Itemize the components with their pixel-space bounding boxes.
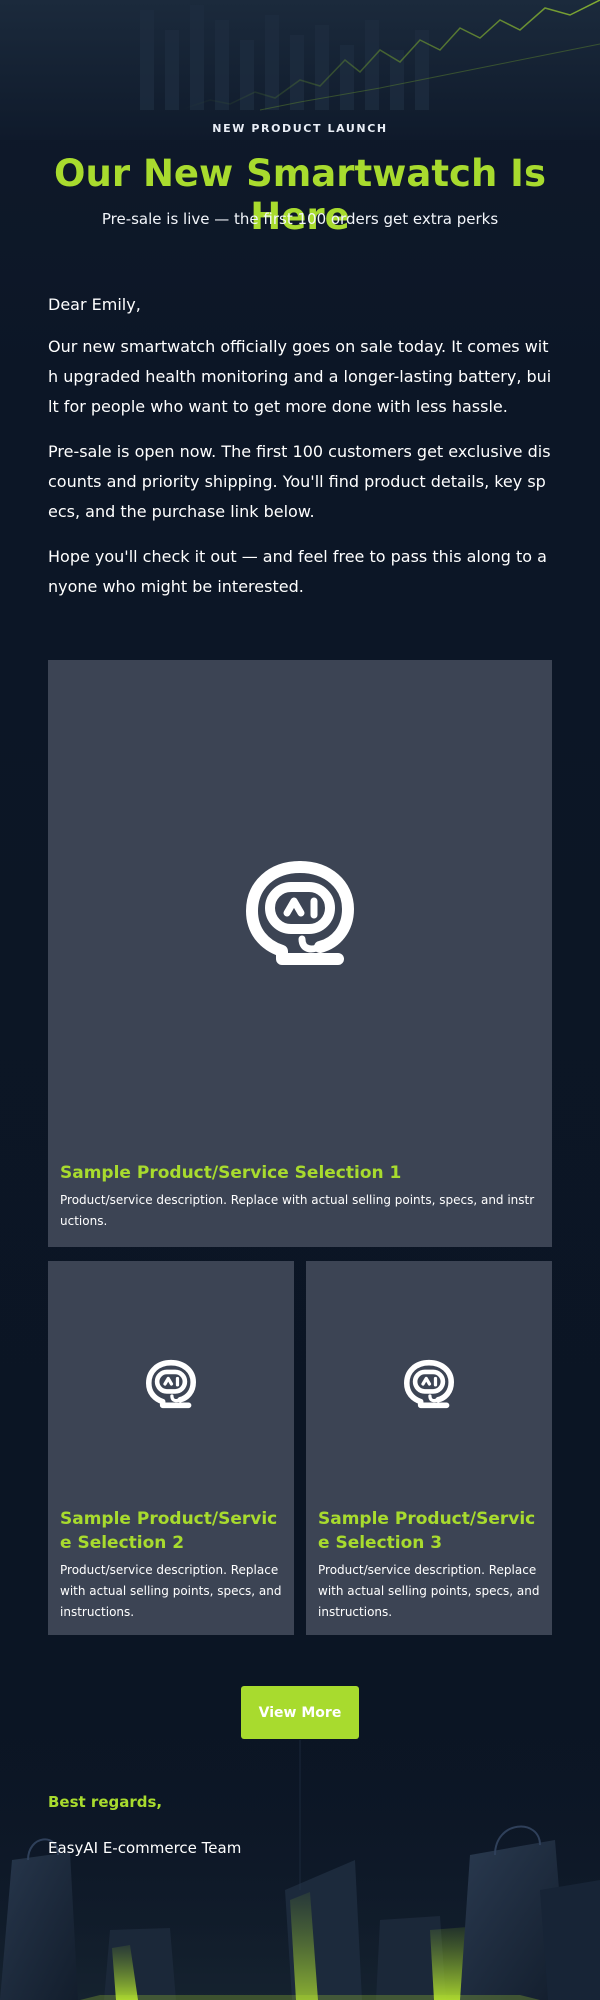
view-more-button[interactable]: View More	[241, 1686, 359, 1739]
product-title-3[interactable]: Sample Product/Service Selection 3	[318, 1507, 540, 1555]
product-title-2[interactable]: Sample Product/Service Selection 2	[60, 1507, 282, 1555]
letter-body: Dear Emily, Our new smartwatch officiall…	[48, 290, 552, 617]
product-description-3: Product/service description. Replace wit…	[318, 1563, 540, 1619]
eyebrow-label: NEW PRODUCT LAUNCH	[212, 122, 388, 135]
letter-paragraph-2: Pre-sale is open now. The first 100 cust…	[48, 442, 551, 521]
hero-section: NEW PRODUCT LAUNCH Our New Smartwatch Is…	[0, 0, 600, 250]
hero-subtitle: Pre-sale is live — the first 100 orders …	[101, 210, 499, 228]
product-description-2: Product/service description. Replace wit…	[60, 1563, 282, 1619]
footer-shopping-bags-graphic	[0, 1740, 600, 2000]
product-image-3	[306, 1261, 552, 1506]
product-card-3[interactable]: Sample Product/Service Selection 3 Produ…	[306, 1261, 552, 1635]
robot-chat-icon	[146, 1359, 197, 1408]
email-page: NEW PRODUCT LAUNCH Our New Smartwatch Is…	[0, 0, 600, 2000]
product-card-2[interactable]: Sample Product/Service Selection 2 Produ…	[48, 1261, 294, 1635]
team-signature: EasyAI E-commerce Team	[48, 1839, 242, 1857]
greeting: Dear Emily,	[48, 295, 141, 314]
regards-text: Best regards,	[48, 1793, 163, 1811]
product-title-1[interactable]: Sample Product/Service Selection 1	[60, 1161, 540, 1185]
robot-chat-icon	[404, 1359, 455, 1408]
letter-paragraph-1: Our new smartwatch officially goes on sa…	[48, 337, 552, 416]
hero-background-chart-graphic	[0, 0, 600, 140]
robot-chat-icon	[246, 860, 355, 965]
product-description-1: Product/service description. Replace wit…	[60, 1193, 535, 1228]
letter-paragraph-3: Hope you'll check it out — and feel free…	[48, 547, 547, 596]
product-image-1	[48, 660, 552, 1165]
product-image-2	[48, 1261, 294, 1506]
product-card-1[interactable]: Sample Product/Service Selection 1 Produ…	[48, 660, 552, 1247]
